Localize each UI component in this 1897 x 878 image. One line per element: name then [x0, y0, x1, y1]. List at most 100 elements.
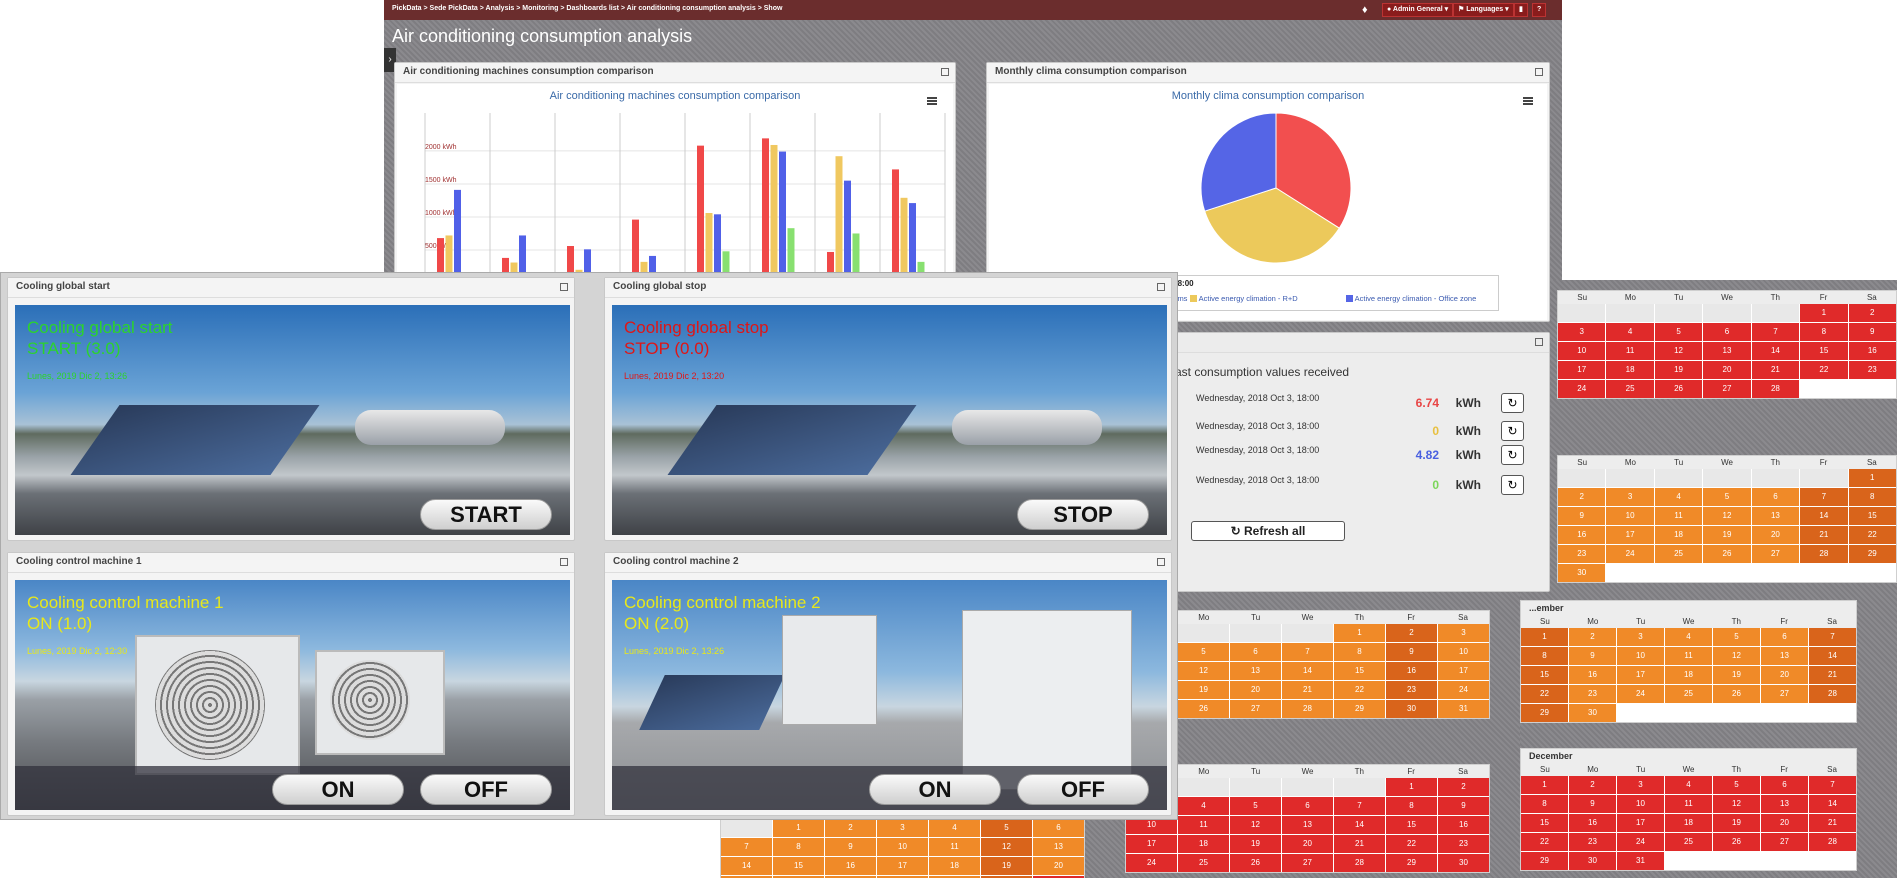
- calendar-day-cell[interactable]: 27: [1751, 545, 1800, 563]
- calendar-day-cell[interactable]: 9: [1569, 647, 1616, 665]
- calendar-day-cell[interactable]: 8: [1848, 488, 1896, 506]
- calendar-day-cell[interactable]: 19: [1230, 835, 1281, 853]
- calendar-day-cell[interactable]: 25: [1665, 833, 1712, 851]
- refresh-row-button[interactable]: ↻: [1501, 475, 1524, 495]
- off-button[interactable]: OFF: [1017, 774, 1149, 805]
- calendar-day-cell[interactable]: 3: [1438, 624, 1489, 642]
- calendar-day-cell[interactable]: 25: [1178, 854, 1229, 872]
- calendar-day-cell[interactable]: 7: [1751, 323, 1800, 341]
- calendar-day-cell[interactable]: 12: [1654, 342, 1703, 360]
- calendar-day-cell[interactable]: 26: [1654, 380, 1703, 398]
- bar[interactable]: [892, 169, 899, 283]
- calendar-day-cell[interactable]: 8: [1800, 323, 1848, 341]
- refresh-row-button[interactable]: ↻: [1501, 445, 1524, 465]
- help-button[interactable]: ?: [1532, 3, 1547, 17]
- calendar-day-cell[interactable]: 15: [1848, 507, 1896, 525]
- calendar-day-cell[interactable]: 16: [1558, 526, 1606, 544]
- calendar-day-cell[interactable]: 2: [1569, 628, 1616, 646]
- calendar-day-cell[interactable]: 3: [1617, 628, 1664, 646]
- calendar-day-cell[interactable]: 27: [1703, 380, 1751, 398]
- calendar-day-cell[interactable]: 8: [1521, 647, 1568, 665]
- calendar-day-cell[interactable]: 1: [1386, 778, 1437, 796]
- calendar-day-cell[interactable]: 5: [1178, 643, 1229, 661]
- calendar-day-cell[interactable]: 9: [1848, 323, 1896, 341]
- calendar-day-cell[interactable]: 15: [1334, 662, 1385, 680]
- bar[interactable]: [762, 138, 769, 283]
- maximize-icon[interactable]: [1535, 338, 1543, 346]
- calendar-day-cell[interactable]: 1: [1521, 628, 1568, 646]
- calendar-day-cell[interactable]: 28: [1809, 685, 1856, 703]
- calendar-day-cell[interactable]: 22: [1521, 685, 1568, 703]
- bar[interactable]: [900, 197, 908, 283]
- calendar-day-cell[interactable]: 13: [1761, 647, 1808, 665]
- calendar-day-cell[interactable]: 21: [1809, 666, 1856, 684]
- calendar-day-cell[interactable]: 28: [1751, 380, 1800, 398]
- calendar-day-cell[interactable]: 26: [1703, 545, 1751, 563]
- calendar-day-cell[interactable]: 28: [1809, 833, 1856, 851]
- calendar-day-cell[interactable]: 19: [1713, 666, 1760, 684]
- calendar-day-cell[interactable]: 7: [1809, 776, 1856, 794]
- calendar-day-cell[interactable]: 10: [1558, 342, 1606, 360]
- calendar-day-cell[interactable]: 27: [1761, 685, 1808, 703]
- calendar-day-cell[interactable]: 19: [981, 857, 1032, 875]
- calendar-day-cell[interactable]: 12: [1230, 816, 1281, 834]
- calendar-day-cell[interactable]: 9: [825, 838, 876, 856]
- on-button[interactable]: ON: [869, 774, 1001, 805]
- chart-icon-button[interactable]: ▮: [1514, 3, 1528, 17]
- calendar-day-cell[interactable]: 18: [1606, 361, 1654, 379]
- calendar-day-cell[interactable]: 27: [1761, 833, 1808, 851]
- calendar-day-cell[interactable]: 14: [721, 857, 772, 875]
- calendar-day-cell[interactable]: 24: [1558, 380, 1606, 398]
- calendar-day-cell[interactable]: 30: [1386, 700, 1437, 718]
- calendar-day-cell[interactable]: 6: [1703, 323, 1751, 341]
- calendar-day-cell[interactable]: 24: [1617, 685, 1664, 703]
- calendar-day-cell[interactable]: 21: [1800, 526, 1848, 544]
- calendar-day-cell[interactable]: 17: [1606, 526, 1654, 544]
- calendar-day-cell[interactable]: 26: [1230, 854, 1281, 872]
- calendar-day-cell[interactable]: 29: [1848, 545, 1896, 563]
- calendar-day-cell[interactable]: 29: [1334, 700, 1385, 718]
- calendar-day-cell[interactable]: 4: [929, 819, 980, 837]
- maximize-icon[interactable]: [560, 558, 568, 566]
- calendar-day-cell[interactable]: 11: [1606, 342, 1654, 360]
- calendar-day-cell[interactable]: 6: [1761, 628, 1808, 646]
- calendar-day-cell[interactable]: 30: [1569, 704, 1616, 722]
- calendar-day-cell[interactable]: 12: [1178, 662, 1229, 680]
- calendar-day-cell[interactable]: 21: [1334, 835, 1385, 853]
- calendar-day-cell[interactable]: 20: [1703, 361, 1751, 379]
- languages-button[interactable]: ⚑ Languages ▾: [1453, 3, 1514, 17]
- calendar-day-cell[interactable]: 8: [1521, 795, 1568, 813]
- calendar-day-cell[interactable]: 7: [1800, 488, 1848, 506]
- on-button[interactable]: ON: [272, 774, 404, 805]
- calendar-day-cell[interactable]: 11: [929, 838, 980, 856]
- calendar-day-cell[interactable]: 17: [1438, 662, 1489, 680]
- calendar-day-cell[interactable]: 1: [1521, 776, 1568, 794]
- calendar-day-cell[interactable]: 14: [1751, 342, 1800, 360]
- calendar-day-cell[interactable]: 16: [1848, 342, 1896, 360]
- start-button[interactable]: START: [420, 499, 552, 530]
- calendar-day-cell[interactable]: 10: [1617, 647, 1664, 665]
- calendar-day-cell[interactable]: 30: [1558, 564, 1606, 582]
- stop-button[interactable]: STOP: [1017, 499, 1149, 530]
- calendar-day-cell[interactable]: 23: [1848, 361, 1896, 379]
- calendar-day-cell[interactable]: 3: [877, 819, 928, 837]
- calendar-day-cell[interactable]: 2: [1558, 488, 1606, 506]
- calendar-day-cell[interactable]: 5: [1713, 628, 1760, 646]
- calendar-day-cell[interactable]: 23: [1558, 545, 1606, 563]
- calendar-day-cell[interactable]: 9: [1386, 643, 1437, 661]
- calendar-day-cell[interactable]: 23: [1569, 833, 1616, 851]
- calendar-day-cell[interactable]: 17: [1617, 814, 1664, 832]
- calendar-day-cell[interactable]: 17: [1558, 361, 1606, 379]
- calendar-day-cell[interactable]: 7: [1334, 797, 1385, 815]
- calendar-day-cell[interactable]: 18: [1654, 526, 1703, 544]
- bar[interactable]: [770, 144, 778, 283]
- off-button[interactable]: OFF: [420, 774, 552, 805]
- calendar-day-cell[interactable]: 6: [1033, 819, 1084, 837]
- calendar-day-cell[interactable]: 1: [1334, 624, 1385, 642]
- calendar-day-cell[interactable]: 23: [1569, 685, 1616, 703]
- calendar-day-cell[interactable]: 11: [1665, 795, 1712, 813]
- calendar-day-cell[interactable]: 2: [1569, 776, 1616, 794]
- calendar-day-cell[interactable]: 27: [1282, 854, 1333, 872]
- calendar-day-cell[interactable]: 6: [1761, 776, 1808, 794]
- calendar-day-cell[interactable]: 24: [1126, 854, 1177, 872]
